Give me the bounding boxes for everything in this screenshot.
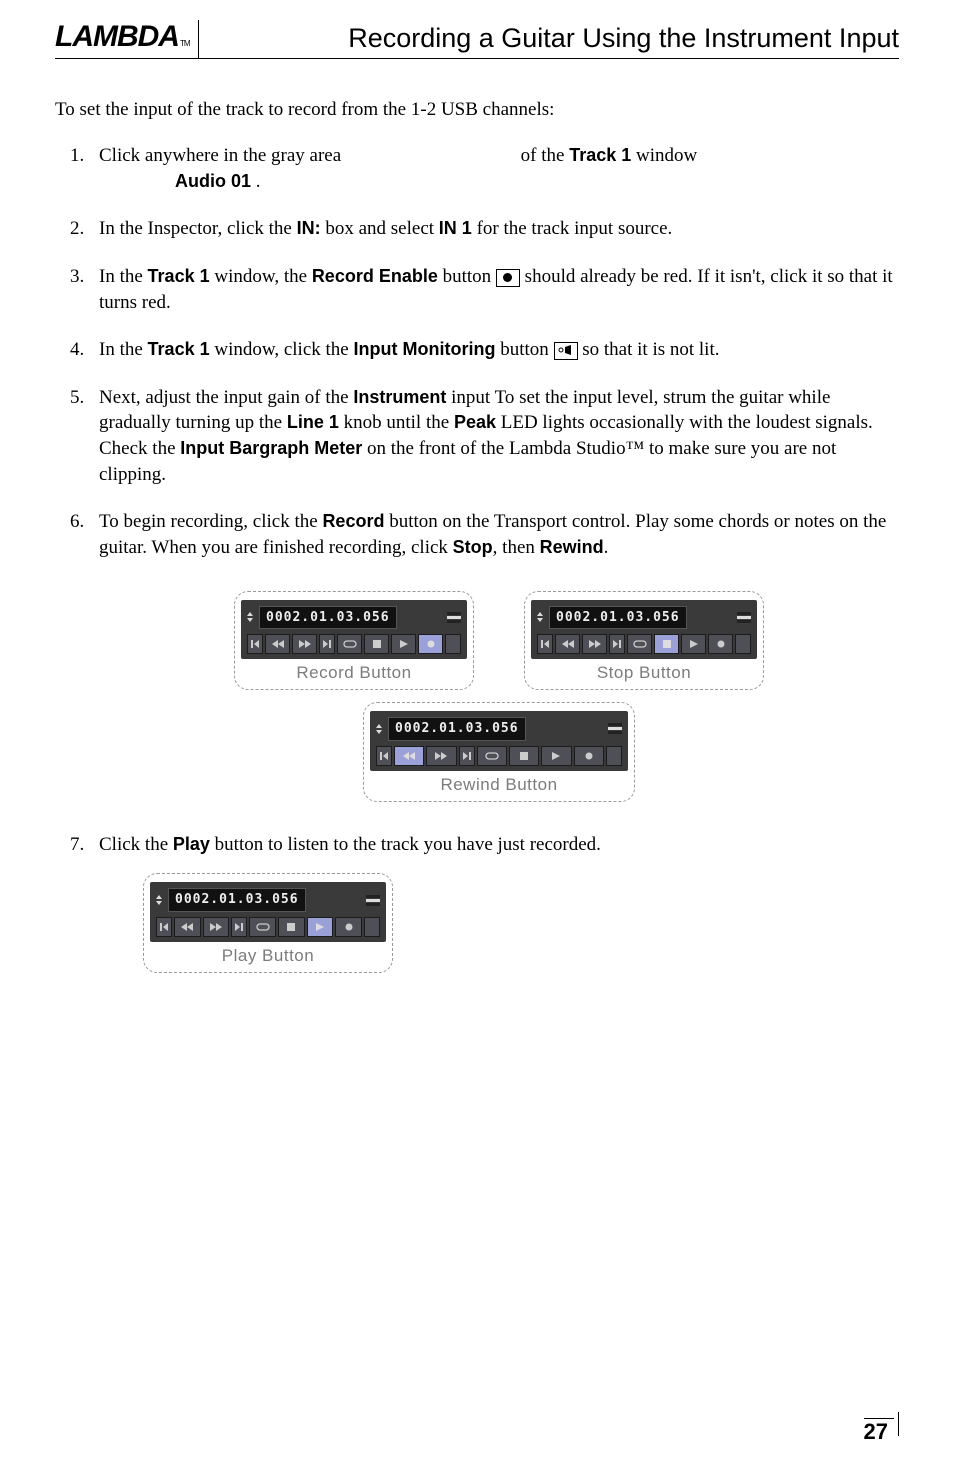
cycle-icon xyxy=(477,746,507,766)
logo-tm: TM xyxy=(180,39,190,48)
step-6: To begin recording, click the Record but… xyxy=(89,509,899,801)
goto-start-icon xyxy=(156,917,172,937)
logo: LAMBDATM xyxy=(55,20,199,58)
extra-icon xyxy=(606,746,622,766)
stop-caption: Stop Button xyxy=(531,662,757,685)
page-number: 27 xyxy=(864,1418,894,1445)
rewind-icon xyxy=(394,746,424,766)
transport-buttons xyxy=(247,634,461,654)
extra-icon xyxy=(445,634,461,654)
step-1: Click anywhere in the gray area of the T… xyxy=(89,143,899,194)
step-2: In the Inspector, click the IN: box and … xyxy=(89,216,899,242)
rewind-caption: Rewind Button xyxy=(370,774,628,797)
rewind-icon xyxy=(174,917,201,937)
step-7: Click the Play button to listen to the t… xyxy=(89,832,899,973)
figure-record: 0002.01.03.056 xyxy=(234,591,474,690)
rewind-icon xyxy=(555,634,580,654)
timecode: 0002.01.03.056 xyxy=(549,606,687,630)
timecode: 0002.01.03.056 xyxy=(388,717,526,741)
goto-start-icon xyxy=(537,634,553,654)
play-icon xyxy=(307,917,334,937)
section-title: Recording a Guitar Using the Instrument … xyxy=(348,23,899,58)
goto-start-icon xyxy=(376,746,392,766)
play-icon xyxy=(541,746,571,766)
timecode: 0002.01.03.056 xyxy=(259,606,397,630)
record-icon xyxy=(418,634,443,654)
stop-icon xyxy=(364,634,389,654)
timecode: 0002.01.03.056 xyxy=(168,888,306,912)
figure-stop: 0002.01.03.056 xyxy=(524,591,764,690)
play-icon xyxy=(391,634,416,654)
ffwd-icon xyxy=(426,746,456,766)
goto-end-icon xyxy=(231,917,247,937)
input-monitoring-icon xyxy=(554,342,578,360)
cycle-icon xyxy=(337,634,362,654)
goto-end-icon xyxy=(319,634,335,654)
stop-icon xyxy=(278,917,305,937)
page-footer: 27 xyxy=(864,1418,899,1445)
record-icon xyxy=(574,746,604,766)
record-icon xyxy=(708,634,733,654)
record-caption: Record Button xyxy=(241,662,467,685)
logo-text: LAMBDA xyxy=(55,20,179,54)
step-4: In the Track 1 window, click the Input M… xyxy=(89,337,899,363)
ffwd-icon xyxy=(582,634,607,654)
goto-end-icon xyxy=(609,634,625,654)
cycle-icon xyxy=(627,634,652,654)
extra-icon xyxy=(364,917,380,937)
record-icon xyxy=(335,917,362,937)
step-5: Next, adjust the input gain of the Instr… xyxy=(89,385,899,488)
intro-text: To set the input of the track to record … xyxy=(55,99,899,121)
play-icon xyxy=(681,634,706,654)
play-caption: Play Button xyxy=(150,945,386,968)
rewind-icon xyxy=(265,634,290,654)
figure-play: 0002.01.03.056 xyxy=(143,873,393,972)
stop-icon xyxy=(654,634,679,654)
figure-rewind: 0002.01.03.056 xyxy=(363,702,635,801)
cycle-icon xyxy=(249,917,276,937)
goto-end-icon xyxy=(459,746,475,766)
ffwd-icon xyxy=(292,634,317,654)
record-enable-icon xyxy=(496,269,520,287)
goto-start-icon xyxy=(247,634,263,654)
extra-icon xyxy=(735,634,751,654)
ffwd-icon xyxy=(203,917,230,937)
step-3: In the Track 1 window, the Record Enable… xyxy=(89,264,899,315)
stop-icon xyxy=(509,746,539,766)
